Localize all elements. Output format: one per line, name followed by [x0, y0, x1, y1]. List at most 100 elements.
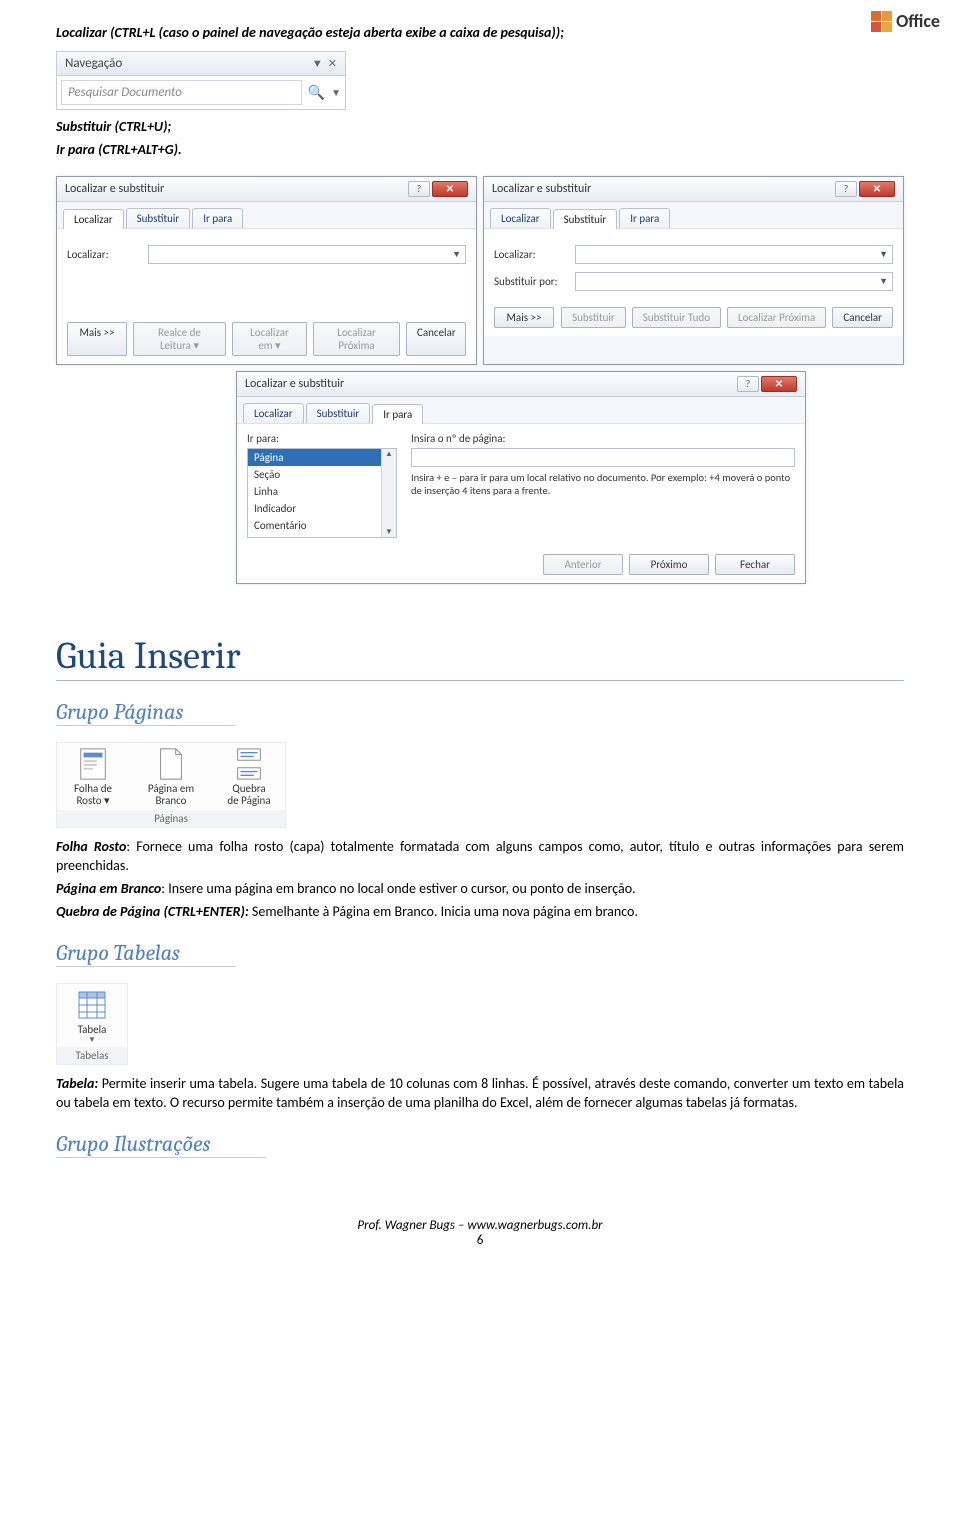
para-tabela: Tabela: Permite inserir uma tabela. Suge… [56, 1075, 904, 1113]
dialog-tabs: Localizar Substituir Ir para [243, 403, 799, 423]
realce-button[interactable]: Realce de Leitura ▾ [133, 322, 226, 356]
list-item[interactable]: Linha [248, 483, 396, 500]
ribbon-group-label: Tabelas [57, 1047, 127, 1064]
tabela-button[interactable]: Tabela ▼ [63, 988, 121, 1046]
tab-localizar[interactable]: Localizar [243, 403, 304, 423]
substituir-tudo-button[interactable]: Substituir Tudo [632, 307, 721, 328]
label-insira: Insira o nº de página: [411, 432, 795, 445]
intro-irpara: Ir para (CTRL+ALT+G). [56, 141, 904, 160]
tabela-icon [75, 988, 109, 1022]
nav-header: Navegação ▼ ✕ [56, 51, 346, 76]
proximo-button[interactable]: Próximo [629, 554, 709, 575]
quebra-de-pagina-button[interactable]: Quebra de Página [219, 747, 279, 808]
nav-header-controls[interactable]: ▼ ✕ [312, 57, 337, 70]
para-quebra-pagina: Quebra de Página (CTRL+ENTER): Semelhant… [56, 903, 904, 922]
help-button[interactable]: ? [408, 181, 430, 197]
list-item[interactable]: Página [248, 449, 396, 466]
heading-grupo-paginas: Grupo Páginas [56, 699, 236, 726]
tab-substituir[interactable]: Substituir [306, 403, 371, 423]
tab-localizar[interactable]: Localizar [490, 208, 551, 228]
dialog-tabs: Localizar Substituir Ir para [63, 208, 470, 228]
tab-irpara[interactable]: Ir para [372, 404, 423, 424]
substituir-button[interactable]: Substituir [561, 307, 626, 328]
hint-text: Insira + e – para ir para um local relat… [411, 471, 795, 498]
anterior-button[interactable]: Anterior [543, 554, 623, 575]
folha-rosto-button[interactable]: Folha de Rosto ▾ [63, 747, 123, 808]
localizar-input[interactable]: ▼ [148, 245, 466, 264]
fechar-button[interactable]: Fechar [715, 554, 795, 575]
para-folha-rosto: Folha Rosto: Fornece uma folha rosto (ca… [56, 838, 904, 876]
scrollbar[interactable]: ▲▼ [381, 449, 396, 537]
para-pagina-branco: Página em Branco: Insere uma página em b… [56, 880, 904, 899]
dialog-titlebar: Localizar e substituir ? ✕ [57, 177, 476, 202]
dialog-title: Localizar e substituir [245, 377, 344, 391]
pagina-branco-icon [154, 747, 188, 781]
cancelar-button[interactable]: Cancelar [406, 322, 466, 356]
tab-substituir[interactable]: Substituir [126, 208, 191, 228]
tab-substituir[interactable]: Substituir [553, 209, 618, 229]
close-button[interactable]: ✕ [432, 181, 468, 197]
chevron-down-icon[interactable]: ▼ [331, 86, 341, 99]
brand-text: Office [896, 10, 940, 32]
localizar-proxima-button[interactable]: Localizar Próxima [727, 307, 826, 328]
tab-localizar[interactable]: Localizar [63, 209, 124, 229]
dialog-title: Localizar e substituir [492, 182, 591, 196]
mais-button[interactable]: Mais >> [494, 307, 554, 328]
irpara-listbox[interactable]: Página Seção Linha Indicador Comentário … [247, 448, 397, 538]
brand-logo: Office [871, 10, 940, 32]
chevron-down-icon[interactable]: ▼ [879, 276, 888, 287]
mais-button[interactable]: Mais >> [67, 322, 127, 356]
close-button[interactable]: ✕ [859, 181, 895, 197]
heading-guia-inserir: Guia Inserir [56, 634, 904, 681]
intro-localizar: Localizar (CTRL+L (caso o painel de nave… [56, 24, 904, 43]
list-item[interactable]: Indicador [248, 500, 396, 517]
ribbon-group-label: Páginas [57, 810, 285, 827]
localizar-em-button[interactable]: Localizar em ▾ [232, 322, 307, 356]
help-button[interactable]: ? [737, 376, 759, 392]
folha-rosto-icon [76, 747, 110, 781]
dialog-irpara: Localizar e substituir ? ✕ Localizar Sub… [236, 371, 806, 584]
dialog-titlebar: Localizar e substituir ? ✕ [237, 372, 805, 397]
nav-title: Navegação [65, 56, 122, 71]
chevron-down-icon[interactable]: ▼ [452, 249, 461, 260]
tab-irpara[interactable]: Ir para [619, 208, 670, 228]
substituir-por-input[interactable]: ▼ [575, 272, 893, 291]
chevron-down-icon[interactable]: ▼ [879, 249, 888, 260]
intro-substituir: Substituir (CTRL+U); [56, 118, 904, 137]
localizar-input[interactable]: ▼ [575, 245, 893, 264]
page-number: 6 [56, 1233, 904, 1248]
label-localizar: Localizar: [67, 248, 142, 261]
list-item[interactable]: Seção [248, 466, 396, 483]
ribbon-label: Rosto ▾ [76, 795, 109, 808]
close-button[interactable]: ✕ [761, 376, 797, 392]
help-button[interactable]: ? [835, 181, 857, 197]
label-localizar: Localizar: [494, 248, 569, 261]
ribbon-label: de Página [227, 795, 270, 808]
localizar-proxima-button[interactable]: Localizar Próxima [313, 322, 400, 356]
ribbon-group-tabelas: Tabela ▼ Tabelas [56, 983, 128, 1066]
pagina-em-branco-button[interactable]: Página em Branco [141, 747, 201, 808]
dialog-substituir: Localizar e substituir ? ✕ Localizar Sub… [483, 176, 904, 365]
ribbon-group-paginas: Folha de Rosto ▾ Página em Branco Quebra… [56, 742, 286, 828]
search-icon[interactable]: 🔍 [308, 84, 325, 101]
brand-icon [871, 11, 892, 32]
list-item[interactable]: Comentário [248, 517, 396, 534]
heading-grupo-ilustracoes: Grupo Ilustrações [56, 1131, 266, 1158]
cancelar-button[interactable]: Cancelar [832, 307, 893, 328]
navigation-panel: Navegação ▼ ✕ Pesquisar Documento 🔍 ▼ [56, 51, 346, 110]
heading-grupo-tabelas: Grupo Tabelas [56, 940, 236, 967]
dialog-title: Localizar e substituir [65, 182, 164, 196]
chevron-down-icon: ▼ [88, 1036, 96, 1045]
label-substituir-por: Substituir por: [494, 275, 569, 288]
label-irpara: Ir para: [247, 432, 397, 445]
ribbon-label: Branco [155, 795, 186, 808]
quebra-pagina-icon [232, 747, 266, 781]
search-input[interactable]: Pesquisar Documento [61, 80, 302, 105]
nav-search: Pesquisar Documento 🔍 ▼ [56, 76, 346, 110]
footer-text: Prof. Wagner Bugs – www.wagnerbugs.com.b… [56, 1218, 904, 1233]
dialog-titlebar: Localizar e substituir ? ✕ [484, 177, 903, 202]
tab-irpara[interactable]: Ir para [192, 208, 243, 228]
list-item[interactable]: Nota de rodapé [248, 534, 396, 538]
numero-pagina-input[interactable] [411, 448, 795, 467]
dialog-tabs: Localizar Substituir Ir para [490, 208, 897, 228]
